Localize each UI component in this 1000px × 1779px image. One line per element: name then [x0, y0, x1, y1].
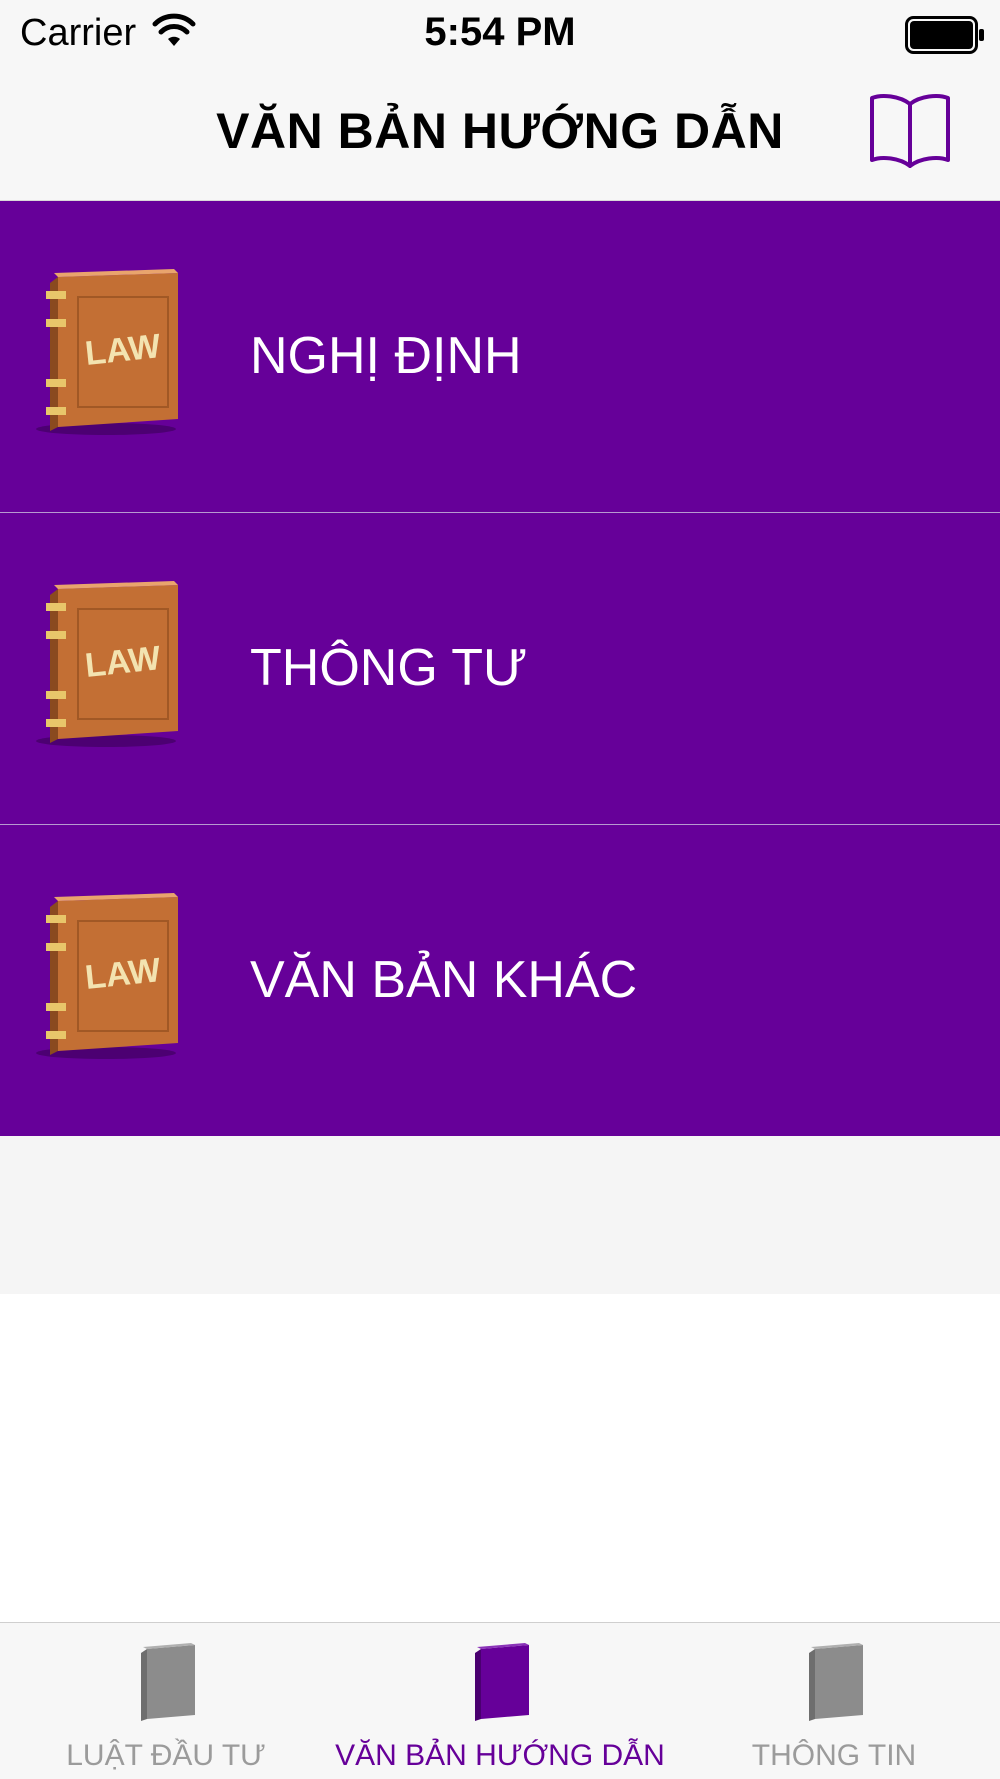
book-icon	[141, 1643, 195, 1721]
tab-thong-tin[interactable]: THÔNG TIN	[668, 1623, 1000, 1779]
tab-van-ban-huong-dan[interactable]: VĂN BẢN HƯỚNG DẪN	[332, 1623, 668, 1779]
tab-bar: LUẬT ĐẦU TƯ VĂN BẢN HƯỚNG DẪN THÔNG TIN	[0, 1622, 1000, 1779]
law-book-icon-text: LAW	[83, 639, 163, 685]
book-open-icon[interactable]	[868, 88, 952, 168]
list-item-thong-tu[interactable]: LAW THÔNG TƯ	[0, 512, 1000, 824]
page-title: VĂN BẢN HƯỚNG DẪN	[216, 103, 784, 159]
status-bar: Carrier 5:54 PM	[0, 0, 1000, 66]
tab-luat-dau-tu[interactable]: LUẬT ĐẦU TƯ	[0, 1623, 332, 1779]
list-item-van-ban-khac[interactable]: LAW VĂN BẢN KHÁC	[0, 824, 1000, 1136]
list-footer-area	[0, 1136, 1000, 1294]
law-book-icon-text: LAW	[83, 327, 163, 373]
law-book-icon: LAW	[36, 581, 178, 747]
list-item-label: NGHỊ ĐỊNH	[250, 327, 522, 385]
tab-label: THÔNG TIN	[751, 1739, 917, 1772]
law-book-icon: LAW	[36, 893, 178, 1059]
law-book-icon-text: LAW	[83, 951, 163, 997]
status-time: 5:54 PM	[424, 10, 576, 54]
book-icon	[809, 1643, 863, 1721]
document-category-list: LAW NGHỊ ĐỊNH LAW THÔNG TƯ LAW VĂN BẢN K…	[0, 201, 1000, 1136]
book-icon	[475, 1643, 529, 1721]
list-item-label: THÔNG TƯ	[250, 639, 528, 697]
law-book-icon: LAW	[36, 269, 178, 435]
tab-label: VĂN BẢN HƯỚNG DẪN	[335, 1739, 665, 1772]
tab-label: LUẬT ĐẦU TƯ	[66, 1739, 266, 1772]
list-item-label: VĂN BẢN KHÁC	[250, 951, 638, 1009]
navigation-bar: VĂN BẢN HƯỚNG DẪN	[0, 66, 1000, 201]
battery-icon	[905, 16, 984, 54]
list-item-nghi-dinh[interactable]: LAW NGHỊ ĐỊNH	[0, 201, 1000, 512]
